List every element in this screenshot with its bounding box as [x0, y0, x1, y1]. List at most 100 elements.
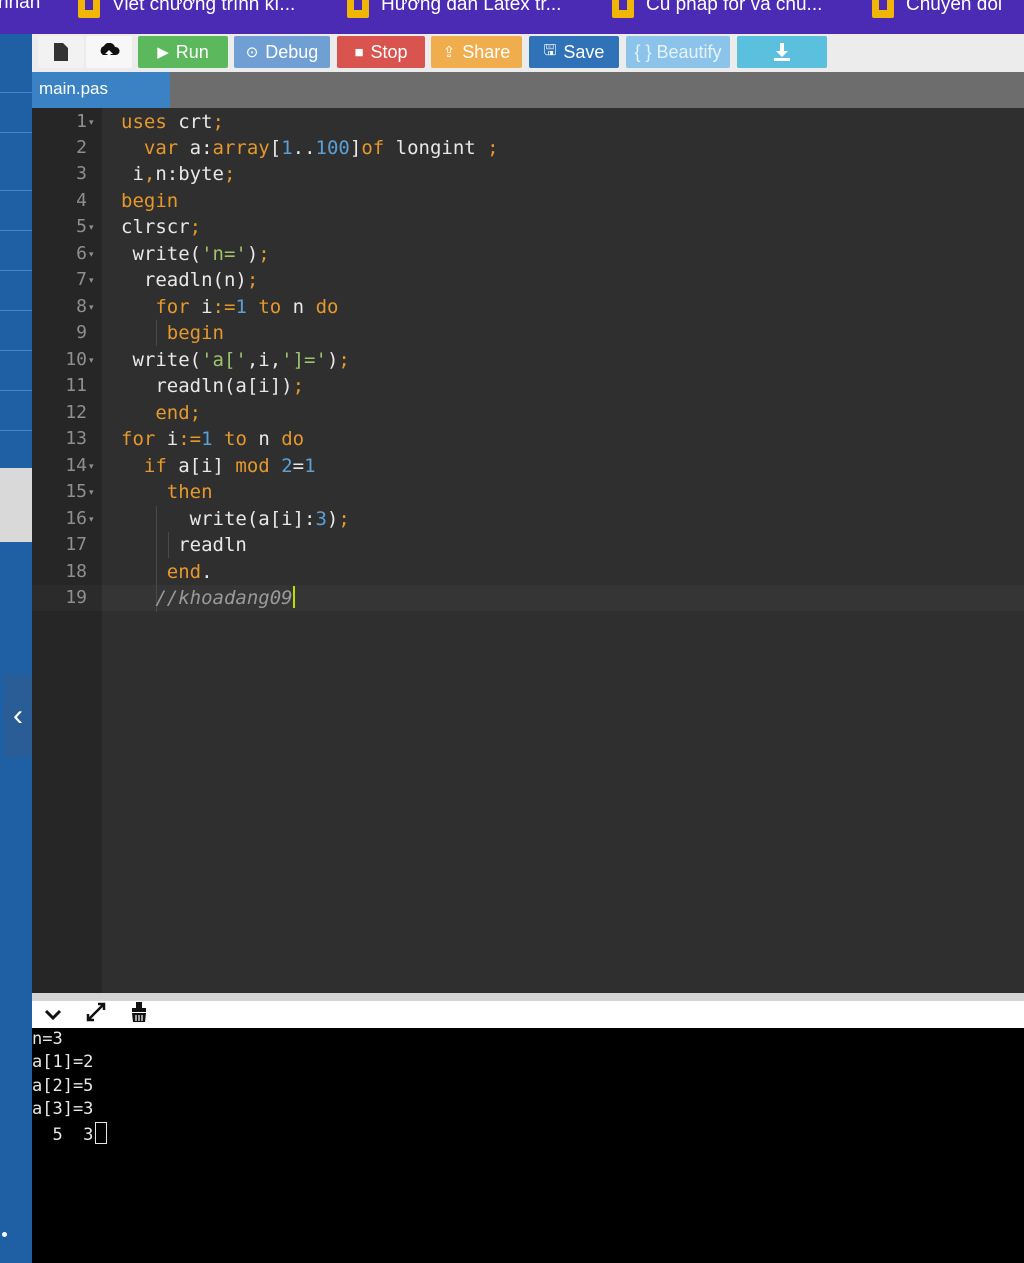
- play-icon: ▶: [157, 44, 169, 61]
- line-number: 19: [65, 587, 87, 608]
- fold-arrow-icon[interactable]: ▾: [89, 294, 94, 320]
- chevron-left-icon: ‹: [13, 699, 23, 732]
- share-button[interactable]: ⇪ Share: [431, 36, 522, 68]
- bookmarks-bar: nhan Viết chương trình kí... Hướng dẫn L…: [0, 0, 1024, 34]
- editor-toolbar: ▶ Run ⊙ Debug ■ Stop ⇪ Share 🖫 Save { } …: [32, 34, 1024, 72]
- console-line-text: 5 3: [32, 1125, 94, 1145]
- code-line: i,n:byte;: [121, 163, 236, 185]
- bookmark-favicon-icon: [612, 0, 634, 18]
- code-line: clrscr;: [121, 216, 202, 238]
- upload-button[interactable]: [86, 36, 132, 68]
- code-line: //khoadang09: [121, 585, 295, 611]
- debug-label: Debug: [265, 41, 319, 62]
- code-line: begin: [121, 190, 179, 212]
- console-line: a[3]=3: [32, 1098, 93, 1121]
- code-line: write('a[',i,']=');: [121, 349, 350, 371]
- bookmark-item[interactable]: Chuyển đổi: [872, 0, 1002, 18]
- sidebar-collapse-button[interactable]: ‹: [4, 675, 32, 757]
- line-number: 18: [65, 561, 87, 582]
- code-line: var a:array[1..100]of longint ;: [143, 137, 499, 159]
- line-number: 8: [76, 296, 87, 317]
- share-label: Share: [462, 41, 511, 62]
- beautify-button[interactable]: { } Beautify: [626, 36, 730, 68]
- bookmark-label: Cú pháp for và chu...: [646, 0, 823, 15]
- bookmark-favicon-icon: [347, 0, 369, 18]
- output-toolbar: [32, 1001, 1024, 1028]
- run-label: Run: [175, 41, 209, 62]
- code-line: for i:=1 to n do: [121, 428, 305, 450]
- console-cursor: [95, 1122, 108, 1144]
- bookmark-item[interactable]: nhan: [0, 0, 40, 14]
- bookmark-item[interactable]: Cú pháp for và chu...: [612, 0, 822, 18]
- fold-arrow-icon[interactable]: ▾: [89, 347, 94, 373]
- line-number: 12: [65, 402, 87, 423]
- bookmark-label: Viết chương trình kí...: [112, 0, 296, 15]
- code-line: then: [166, 481, 213, 503]
- line-number: 16: [65, 508, 87, 529]
- fold-arrow-icon[interactable]: ▾: [89, 453, 94, 479]
- sidebar-segment: [0, 270, 32, 311]
- stop-label: Stop: [370, 41, 408, 62]
- beautify-label: { } Beautify: [634, 41, 722, 62]
- bookmark-favicon-icon: [78, 0, 100, 18]
- left-sidebar: [0, 34, 32, 1263]
- sidebar-segment: [0, 350, 32, 391]
- line-number: 17: [65, 534, 87, 555]
- line-number: 6: [76, 243, 87, 264]
- collapse-output-button[interactable]: [44, 1002, 62, 1028]
- save-label: Save: [563, 41, 605, 62]
- download-icon: [774, 43, 790, 61]
- file-tab-bar: main.pas: [32, 72, 1024, 108]
- line-number: 2: [76, 137, 87, 158]
- sidebar-segment: [0, 390, 32, 431]
- download-button[interactable]: [737, 36, 827, 68]
- line-number: 15: [65, 481, 87, 502]
- output-console[interactable]: n=3 a[1]=2 a[2]=5 a[3]=3 5 3: [32, 1028, 1024, 1263]
- fold-arrow-icon[interactable]: ▾: [89, 109, 94, 135]
- chevron-down-icon: [44, 1009, 62, 1021]
- line-number: 4: [76, 190, 87, 211]
- bookmark-item[interactable]: Hướng dẫn Latex tr...: [347, 0, 561, 18]
- file-icon: [54, 43, 68, 61]
- line-number: 3: [76, 163, 87, 184]
- fold-arrow-icon[interactable]: ▾: [89, 241, 94, 267]
- code-line: if a[i] mod 2=1: [143, 455, 316, 477]
- fold-arrow-icon[interactable]: ▾: [89, 479, 94, 505]
- fold-arrow-icon[interactable]: ▾: [89, 267, 94, 293]
- console-line-text: a[3]=3: [32, 1099, 94, 1119]
- line-number: 14: [65, 455, 87, 476]
- debug-button[interactable]: ⊙ Debug: [234, 36, 330, 68]
- bookmark-label: nhan: [0, 0, 41, 13]
- sidebar-segment: [0, 230, 32, 271]
- panel-splitter[interactable]: [32, 993, 1024, 1001]
- expand-icon: [86, 1002, 106, 1022]
- line-number: 7: [76, 269, 87, 290]
- code-line: write(a[i]:3);: [121, 508, 350, 530]
- clear-output-button[interactable]: [130, 1002, 148, 1029]
- stop-button[interactable]: ■ Stop: [337, 36, 425, 68]
- code-line: readln(a[i]);: [121, 375, 305, 397]
- line-number: 5: [76, 216, 87, 237]
- code-line: uses crt;: [121, 111, 224, 133]
- bookmark-label: Chuyển đổi: [906, 0, 1003, 15]
- fold-arrow-icon[interactable]: ▾: [89, 506, 94, 532]
- debug-circle-icon: ⊙: [245, 44, 259, 61]
- run-button[interactable]: ▶ Run: [138, 36, 228, 68]
- save-button[interactable]: 🖫 Save: [529, 36, 619, 68]
- code-line: end;: [155, 402, 202, 424]
- bookmark-label: Hướng dẫn Latex tr...: [381, 0, 562, 15]
- tab-main-pas[interactable]: main.pas: [32, 72, 170, 108]
- bookmark-item[interactable]: Viết chương trình kí...: [78, 0, 295, 18]
- console-line: a[2]=5: [32, 1076, 94, 1096]
- sidebar-highlight: [0, 468, 32, 542]
- code-editor[interactable]: 1 2 3 4 5 6 7 8 9 10 11 12 13 14 15 16 1…: [32, 108, 1024, 993]
- new-file-button[interactable]: [38, 36, 84, 68]
- code-line: write('n=');: [121, 243, 270, 265]
- upload-cloud-icon: [100, 43, 120, 60]
- sidebar-segment: [0, 34, 32, 93]
- expand-output-button[interactable]: [86, 1002, 106, 1029]
- code-line: end.: [166, 561, 213, 583]
- bookmark-favicon-icon: [872, 0, 894, 18]
- fold-arrow-icon[interactable]: ▾: [89, 214, 94, 240]
- line-number: 1: [76, 111, 87, 132]
